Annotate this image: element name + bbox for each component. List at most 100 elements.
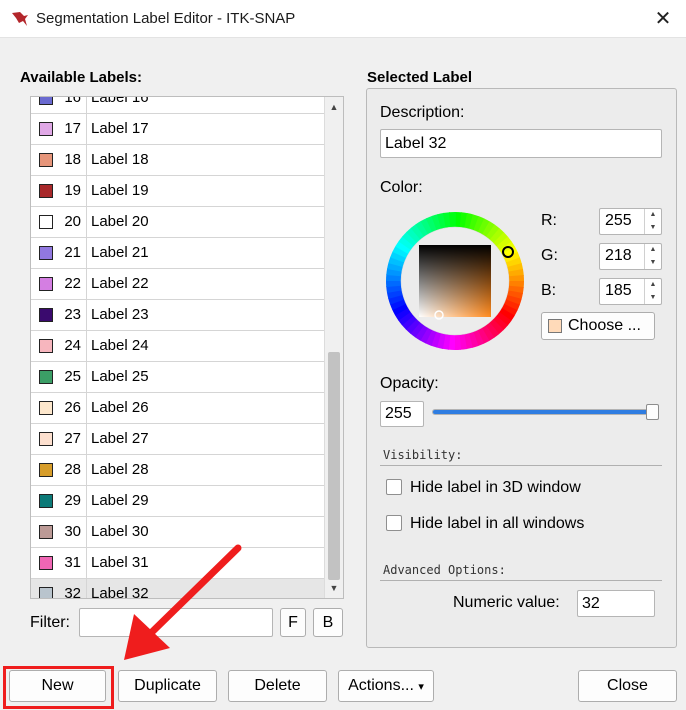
selected-label-heading: Selected Label — [367, 69, 473, 86]
label-row[interactable]: 27 Label 27 — [31, 424, 325, 455]
hide-all-label[interactable]: Hide label in all windows — [410, 515, 584, 533]
r-down-icon[interactable]: ▼ — [645, 222, 661, 235]
delete-button[interactable]: Delete — [228, 670, 327, 702]
column-divider — [86, 238, 87, 268]
g-up-icon[interactable]: ▲ — [645, 244, 661, 257]
scroll-thumb[interactable] — [328, 352, 340, 580]
r-label: R: — [541, 212, 557, 229]
label-number: 17 — [64, 120, 81, 137]
b-down-icon[interactable]: ▼ — [645, 292, 661, 305]
label-row[interactable]: 31 Label 31 — [31, 548, 325, 579]
choose-color-button[interactable]: Choose ... — [541, 312, 655, 340]
color-wheel[interactable] — [385, 211, 525, 351]
column-divider — [86, 114, 87, 144]
g-down-icon[interactable]: ▼ — [645, 257, 661, 270]
column-divider — [86, 548, 87, 578]
window-title: Segmentation Label Editor - ITK-SNAP — [36, 10, 296, 27]
label-number: 19 — [64, 182, 81, 199]
label-name: Label 30 — [91, 523, 149, 540]
column-divider — [86, 579, 87, 598]
label-row[interactable]: 22 Label 22 — [31, 269, 325, 300]
r-value: 255 — [605, 212, 632, 229]
label-row[interactable]: 21 Label 21 — [31, 238, 325, 269]
g-label: G: — [541, 247, 558, 264]
visibility-divider — [380, 465, 662, 466]
label-number: 28 — [64, 461, 81, 478]
opacity-slider-handle[interactable] — [646, 404, 659, 420]
label-name: Label 20 — [91, 213, 149, 230]
available-labels-heading: Available Labels: — [20, 69, 142, 86]
duplicate-button[interactable]: Duplicate — [118, 670, 217, 702]
column-divider — [86, 455, 87, 485]
label-name: Label 25 — [91, 368, 149, 385]
label-number: 20 — [64, 213, 81, 230]
label-color-swatch — [39, 97, 53, 105]
advanced-divider — [380, 580, 662, 581]
label-name: Label 29 — [91, 492, 149, 509]
label-list-scrollbar[interactable]: ▲ ▼ — [324, 97, 343, 598]
close-icon[interactable]: ✕ — [648, 4, 678, 34]
b-up-icon[interactable]: ▲ — [645, 279, 661, 292]
hide-all-checkbox[interactable] — [386, 515, 402, 531]
label-color-swatch — [39, 153, 53, 167]
hide-3d-checkbox[interactable] — [386, 479, 402, 495]
label-number: 18 — [64, 151, 81, 168]
column-divider — [86, 362, 87, 392]
filter-b-button[interactable]: B — [313, 608, 343, 637]
b-spinbox[interactable]: 185 ▲ ▼ — [599, 278, 662, 305]
opacity-input[interactable]: 255 — [380, 401, 424, 427]
label-row[interactable]: 17 Label 17 — [31, 114, 325, 145]
label-row[interactable]: 24 Label 24 — [31, 331, 325, 362]
column-divider — [86, 269, 87, 299]
label-color-swatch — [39, 401, 53, 415]
scroll-up-icon[interactable]: ▲ — [325, 99, 343, 115]
description-input[interactable]: Label 32 — [380, 129, 662, 158]
opacity-label: Opacity: — [380, 375, 439, 392]
label-row[interactable]: 30 Label 30 — [31, 517, 325, 548]
label-row[interactable]: 18 Label 18 — [31, 145, 325, 176]
g-spinbox[interactable]: 218 ▲ ▼ — [599, 243, 662, 270]
label-row[interactable]: 20 Label 20 — [31, 207, 325, 238]
column-divider — [86, 331, 87, 361]
label-name: Label 32 — [91, 585, 149, 599]
filter-input[interactable] — [79, 608, 273, 637]
label-row[interactable]: 19 Label 19 — [31, 176, 325, 207]
color-swatch — [548, 319, 562, 333]
label-row[interactable]: 29 Label 29 — [31, 486, 325, 517]
r-up-icon[interactable]: ▲ — [645, 209, 661, 222]
column-divider — [86, 486, 87, 516]
numeric-value-input[interactable]: 32 — [577, 590, 655, 617]
r-spinbox[interactable]: 255 ▲ ▼ — [599, 208, 662, 235]
label-row[interactable]: 28 Label 28 — [31, 455, 325, 486]
label-list[interactable]: 16 Label 16 17 Label 17 18 Label 18 19 Label 19… — [30, 96, 344, 599]
new-button-highlight — [3, 666, 114, 709]
filter-f-button[interactable]: F — [280, 608, 306, 637]
label-row[interactable]: 32 Label 32 — [31, 579, 325, 599]
scroll-down-icon[interactable]: ▼ — [325, 580, 343, 596]
label-name: Label 21 — [91, 244, 149, 261]
label-name: Label 22 — [91, 275, 149, 292]
hide-3d-label[interactable]: Hide label in 3D window — [410, 479, 581, 497]
close-button[interactable]: Close — [578, 670, 677, 702]
choose-button-label: Choose ... — [568, 317, 641, 334]
label-name: Label 26 — [91, 399, 149, 416]
color-label: Color: — [380, 179, 423, 196]
label-row[interactable]: 26 Label 26 — [31, 393, 325, 424]
visibility-heading: Visibility: — [383, 448, 463, 462]
label-name: Label 16 — [91, 96, 149, 106]
actions-button[interactable]: Actions... ▾ — [338, 670, 434, 702]
b-value: 185 — [605, 282, 632, 299]
label-name: Label 28 — [91, 461, 149, 478]
label-number: 23 — [64, 306, 81, 323]
opacity-slider-track[interactable] — [432, 409, 656, 415]
label-row[interactable]: 16 Label 16 — [31, 96, 325, 114]
advanced-options-heading: Advanced Options: — [383, 563, 506, 577]
label-color-swatch — [39, 370, 53, 384]
label-number: 16 — [64, 96, 81, 106]
label-color-swatch — [39, 184, 53, 198]
numeric-value-label: Numeric value: — [453, 594, 560, 611]
column-divider — [86, 207, 87, 237]
label-row[interactable]: 23 Label 23 — [31, 300, 325, 331]
label-row[interactable]: 25 Label 25 — [31, 362, 325, 393]
description-label: Description: — [380, 104, 465, 121]
